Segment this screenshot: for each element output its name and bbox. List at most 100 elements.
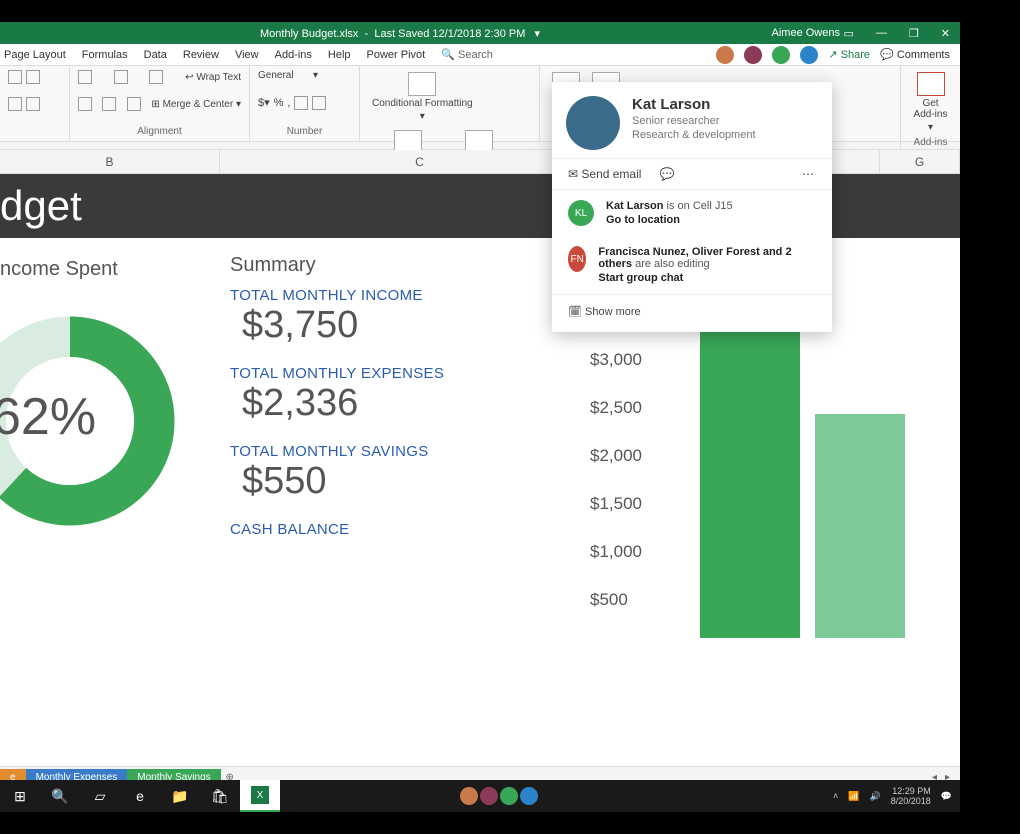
align-center-icon[interactable]: [102, 97, 116, 111]
volume-icon[interactable]: 🔊: [870, 791, 881, 802]
ytick-1500: $1,500: [590, 494, 642, 514]
edge-icon[interactable]: e: [120, 780, 160, 812]
collab-avatar-3[interactable]: [772, 46, 790, 64]
chat-icon[interactable]: 💬: [659, 167, 674, 181]
show-more-link[interactable]: 🗓 Show more: [552, 294, 832, 332]
search-label: Search: [458, 49, 493, 61]
window-title: Monthly Budget.xlsx - Last Saved 12/1/20…: [260, 27, 540, 40]
ytick-3000: $3,000: [590, 350, 642, 370]
tb-avatar-3[interactable]: [500, 787, 518, 805]
font-decrease-icon[interactable]: [26, 70, 40, 84]
contact-dept: Research & development: [632, 129, 756, 141]
menu-power-pivot[interactable]: Power Pivot: [367, 49, 426, 61]
col-g-header[interactable]: G: [880, 150, 960, 173]
store-icon[interactable]: 🛍: [200, 780, 240, 812]
menu-review[interactable]: Review: [183, 49, 219, 61]
collab-avatar-2[interactable]: [744, 46, 762, 64]
dropdown-icon[interactable]: ▾: [534, 28, 540, 40]
merge-center-button[interactable]: ⊞ Merge & Center ▾: [151, 99, 241, 110]
filename: Monthly Budget.xlsx: [260, 28, 358, 40]
current-user[interactable]: Aimee Owens: [772, 27, 840, 39]
menu-formulas[interactable]: Formulas: [82, 49, 128, 61]
collab-avatar-1[interactable]: [716, 46, 734, 64]
close-icon[interactable]: ✕: [941, 27, 950, 40]
ribbon-display-icon[interactable]: ▭: [844, 27, 854, 40]
last-saved: Last Saved 12/1/2018 2:30 PM: [374, 28, 525, 40]
income-label: TOTAL MONTHLY INCOME: [230, 287, 590, 304]
get-addins-button[interactable]: Get Add-ins▾: [909, 70, 952, 135]
savings-value: $550: [230, 460, 590, 503]
clock-date[interactable]: 8/20/2018: [891, 796, 931, 806]
presence-avatar-fn: FN: [568, 246, 586, 272]
file-explorer-icon[interactable]: 📁: [160, 780, 200, 812]
percent-icon[interactable]: %: [274, 97, 284, 109]
increase-decimal-icon[interactable]: [294, 96, 308, 110]
ytick-2000: $2,000: [590, 446, 642, 466]
align-right-icon[interactable]: [127, 97, 141, 111]
screen: Monthly Budget.xlsx - Last Saved 12/1/20…: [0, 22, 960, 812]
title-bar: Monthly Budget.xlsx - Last Saved 12/1/20…: [0, 22, 960, 44]
number-group-label: Number: [258, 126, 351, 137]
contact-role: Senior researcher: [632, 115, 756, 127]
start-button[interactable]: ⊞: [0, 780, 40, 812]
expenses-value: $2,336: [230, 382, 590, 425]
ytick-2500: $2,500: [590, 398, 642, 418]
tb-avatar-1[interactable]: [460, 787, 478, 805]
fill-color-icon[interactable]: [26, 97, 40, 111]
align-middle-icon[interactable]: [114, 70, 128, 84]
font-increase-icon[interactable]: [8, 70, 22, 84]
number-format-dropdown[interactable]: General ▾: [258, 70, 351, 81]
maximize-icon[interactable]: ❐: [909, 27, 919, 40]
contact-avatar: [566, 96, 620, 150]
conditional-formatting-button[interactable]: Conditional Formatting▾: [368, 70, 477, 124]
go-to-location-link[interactable]: Go to location: [606, 214, 733, 226]
presence-line-1: Kat Larson is on Cell J15 Go to location: [606, 200, 733, 226]
device-frame: Monthly Budget.xlsx - Last Saved 12/1/20…: [0, 0, 1020, 834]
share-button[interactable]: ↗ Share: [828, 48, 870, 61]
menu-data[interactable]: Data: [144, 49, 167, 61]
align-left-icon[interactable]: [78, 97, 92, 111]
decrease-decimal-icon[interactable]: [312, 96, 326, 110]
expenses-label: TOTAL MONTHLY EXPENSES: [230, 365, 590, 382]
tb-avatar-4[interactable]: [520, 787, 538, 805]
bar-income: [700, 278, 800, 638]
presence-avatar-kl: KL: [568, 200, 594, 226]
comma-icon[interactable]: ,: [287, 97, 290, 109]
menu-addins[interactable]: Add-ins: [275, 49, 312, 61]
more-actions-icon[interactable]: ⋯: [802, 167, 816, 181]
action-center-icon[interactable]: 💬: [941, 791, 952, 802]
send-email-button[interactable]: ✉ Send email: [568, 167, 641, 181]
start-group-chat-link[interactable]: Start group chat: [598, 272, 816, 284]
search-box[interactable]: 🔍 Search: [441, 48, 493, 61]
share-label: Share: [841, 49, 870, 61]
savings-label: TOTAL MONTHLY SAVINGS: [230, 443, 590, 460]
menu-view[interactable]: View: [235, 49, 259, 61]
font-color-icon[interactable]: [8, 97, 22, 111]
clock-time[interactable]: 12:29 PM: [891, 786, 931, 796]
menu-help[interactable]: Help: [328, 49, 351, 61]
windows-taskbar: ⊞ 🔍 ▱ e 📁 🛍 X ˄ 📶 🔊 12:29 PM 8/20/2018 💬: [0, 780, 960, 812]
taskbar-presence-avatars: [460, 787, 538, 805]
col-b-header[interactable]: B: [0, 150, 220, 173]
percent-value: 62%: [0, 387, 96, 447]
collab-avatar-4[interactable]: [800, 46, 818, 64]
ytick-500: $500: [590, 590, 628, 610]
tb-avatar-2[interactable]: [480, 787, 498, 805]
currency-icon[interactable]: $▾: [258, 96, 270, 109]
addins-group-label: Add-ins: [909, 137, 952, 148]
wifi-icon[interactable]: 📶: [848, 791, 859, 802]
search-taskbar-icon[interactable]: 🔍: [40, 780, 80, 812]
comments-label: Comments: [897, 49, 950, 61]
comments-button[interactable]: 💬 Comments: [880, 48, 950, 61]
align-top-icon[interactable]: [78, 70, 92, 84]
excel-taskbar-icon[interactable]: X: [240, 780, 280, 812]
income-spent-header: ncome Spent: [0, 258, 220, 281]
income-value: $3,750: [230, 304, 590, 347]
wrap-text-button[interactable]: ↩ Wrap Text: [185, 72, 241, 83]
tray-up-icon[interactable]: ˄: [833, 791, 838, 801]
minimize-icon[interactable]: —: [876, 27, 887, 40]
task-view-icon[interactable]: ▱: [80, 780, 120, 812]
align-bottom-icon[interactable]: [149, 70, 163, 84]
menu-page-layout[interactable]: Page Layout: [4, 49, 66, 61]
menu-bar: Page Layout Formulas Data Review View Ad…: [0, 44, 960, 66]
